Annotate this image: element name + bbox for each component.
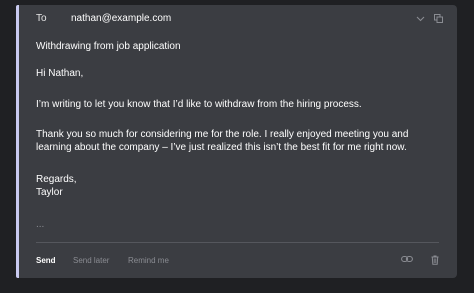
remind-me-button[interactable]: Remind me [128, 256, 169, 265]
body-greeting[interactable]: Hi Nathan, [36, 67, 441, 80]
compose-footer: Send Send later Remind me [36, 255, 439, 269]
compose-panel: To nathan@example.com Withdrawing from j… [16, 5, 457, 278]
to-field[interactable]: nathan@example.com [71, 13, 171, 24]
footer-divider [36, 242, 439, 243]
to-label: To [36, 13, 47, 24]
link-icon[interactable] [401, 255, 413, 266]
send-button[interactable]: Send [36, 256, 56, 265]
trash-icon[interactable] [431, 255, 439, 267]
to-row: To nathan@example.com [36, 13, 443, 29]
chevron-down-icon[interactable] [416, 14, 425, 24]
send-later-button[interactable]: Send later [73, 256, 109, 265]
show-trimmed-content[interactable]: ... [36, 219, 44, 230]
accent-bar [16, 5, 19, 278]
body-signoff[interactable]: Regards, [36, 173, 441, 186]
subject-field[interactable]: Withdrawing from job application [36, 41, 181, 52]
copy-icon[interactable] [434, 14, 443, 25]
body-paragraph-2[interactable]: Thank you so much for considering me for… [36, 128, 441, 154]
body-paragraph-1[interactable]: I’m writing to let you know that I’d lik… [36, 98, 441, 111]
body-signature[interactable]: Taylor [36, 186, 441, 199]
